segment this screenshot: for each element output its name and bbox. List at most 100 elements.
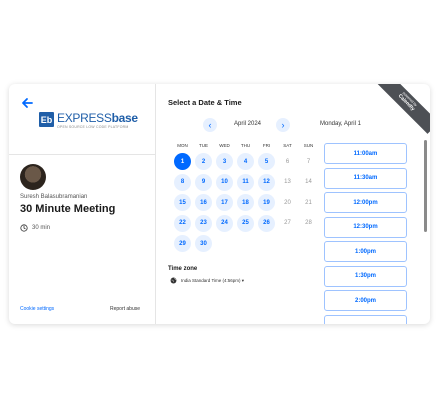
calendar-cell: 15 (172, 194, 193, 215)
calendar-day[interactable]: 3 (216, 153, 233, 170)
calendar-cell: 28 (298, 215, 319, 236)
calendar-cell: 20 (277, 194, 298, 215)
logo-tagline: OPEN SOURCE LOW CODE PLATFORM (57, 125, 129, 129)
weekday-label: FRI (262, 143, 271, 148)
calendar-day[interactable]: 19 (258, 194, 275, 211)
calendar-day: 27 (284, 220, 291, 226)
divider (9, 154, 156, 155)
calendar-cell: 30 (193, 235, 214, 256)
host-name: Suresh Balasubramanian (20, 194, 88, 200)
booking-card: Eb EXPRESSbase OPEN SOURCE LOW CODE PLAT… (9, 84, 430, 324)
weekday-label: WED (219, 143, 230, 148)
page-title: Select a Date & Time (168, 98, 242, 107)
calendar-day[interactable]: 29 (174, 235, 191, 252)
report-abuse-link[interactable]: Report abuse (110, 306, 140, 312)
calendar-day[interactable]: 24 (216, 214, 233, 232)
calendar-cell: 5 (256, 153, 277, 174)
calendar-cell: 13 (277, 174, 298, 195)
calendar-day[interactable]: 10 (216, 173, 233, 191)
calendar-day[interactable]: 9 (195, 173, 212, 191)
cookie-settings-link[interactable]: Cookie settings (20, 306, 54, 312)
calendar-day[interactable]: 25 (237, 214, 254, 232)
calendar-cell: 16 (193, 194, 214, 215)
calendar-day[interactable]: 30 (195, 235, 212, 252)
calendar-cell: 1 (172, 153, 193, 174)
event-details-panel: Eb EXPRESSbase OPEN SOURCE LOW CODE PLAT… (9, 84, 156, 324)
calendar-day: 14 (305, 179, 312, 185)
weekday-label: MON (177, 143, 188, 148)
calendar-cell: 10 (214, 173, 235, 195)
calendar-cell: 9 (193, 173, 214, 195)
weekday-label: TUE (199, 143, 208, 148)
calendar-day: 20 (284, 199, 291, 206)
month-label: April 2024 (233, 121, 262, 127)
calendar-day[interactable]: 12 (258, 173, 275, 191)
calendar-cell: 26 (256, 214, 277, 236)
chevron-left-icon[interactable]: ‹ (203, 118, 217, 132)
calendar-cell: 4 (235, 153, 256, 174)
calendar-cell: 8 (172, 173, 193, 195)
calendar-day[interactable]: 15 (174, 194, 191, 211)
weekday-header: MON TUE WED THU FRI SAT SUN (172, 143, 319, 148)
duration-label: 30 min (32, 225, 51, 231)
calendar-cell: 22 (172, 214, 193, 236)
calendar-day[interactable]: 17 (216, 194, 233, 211)
calendar-day: 13 (284, 179, 291, 185)
chevron-right-icon[interactable]: › (276, 118, 290, 132)
timezone-select[interactable]: India Standard Time (4:56pm) ▾ (170, 277, 244, 284)
calendar-day[interactable]: 2 (195, 153, 212, 170)
calendar-day[interactable]: 11 (237, 173, 254, 191)
calendar-day[interactable]: 22 (174, 214, 191, 232)
event-duration: 30 min (20, 224, 50, 232)
time-slot-button[interactable]: 11:30am (324, 167, 407, 189)
calendar-cell: 29 (172, 235, 193, 256)
calendar-cell: 24 (214, 214, 235, 236)
time-slot-button[interactable]: 1:30pm (324, 265, 407, 287)
expressbase-logo: Eb EXPRESSbase OPEN SOURCE LOW CODE PLAT… (39, 111, 138, 133)
calendar-day: 28 (305, 220, 312, 226)
calendar-cell: 17 (214, 194, 235, 215)
timezone-label: Time zone (168, 266, 198, 272)
calendar-cell: 18 (235, 194, 256, 215)
calendar-cell: 21 (298, 194, 319, 215)
calendar-cell: 27 (277, 215, 298, 236)
calendar-day[interactable]: 5 (258, 153, 275, 170)
time-slot-button[interactable]: 12:00pm (324, 192, 407, 213)
date-picker-panel: Select a Date & Time ‹ April 2024 › MON T… (168, 84, 314, 324)
calendar-cell: 11 (235, 173, 256, 195)
calendar-cell: 12 (256, 173, 277, 195)
time-slot-button[interactable] (324, 314, 407, 324)
selected-date-label: Monday, April 1 (320, 121, 361, 127)
calendar-cell: 7 (298, 153, 319, 174)
calendar-day[interactable]: 16 (195, 194, 212, 211)
calendar-day[interactable]: 4 (237, 153, 254, 170)
calendar-cell: 19 (256, 194, 277, 215)
weekday-label: SAT (283, 143, 292, 148)
calendar-day[interactable]: 8 (174, 173, 191, 191)
time-slot-button[interactable]: 2:00pm (324, 290, 407, 311)
calendar-day-selected[interactable]: 1 (174, 153, 191, 170)
time-slot-button[interactable]: 11:00am (324, 143, 407, 164)
logo-word-base: base (111, 111, 138, 125)
month-navigation: ‹ April 2024 › (203, 118, 290, 132)
calendar-day[interactable]: 18 (237, 194, 254, 211)
logo-mark: Eb (39, 112, 54, 127)
time-slot-list: 11:00am 11:30am 12:00pm 12:30pm 1:00pm 1:30pm… (324, 143, 407, 324)
calendar-day[interactable]: 23 (195, 214, 212, 232)
logo-word-express: EXPRESS (57, 111, 112, 125)
arrow-left-icon[interactable] (20, 96, 34, 110)
calendar-day[interactable]: 26 (258, 214, 275, 232)
timezone-value: India Standard Time (4:56pm) ▾ (181, 277, 245, 283)
logo-wordmark: EXPRESSbase (57, 111, 138, 125)
calendar-cell: 14 (298, 174, 319, 195)
calendar-grid: 1 2 3 4 5 6 7 8 9 10 11 12 13 14 15 16 17 18 19 20 21 22 23 24 2… (172, 153, 319, 256)
calendar-cell: 25 (235, 214, 256, 236)
avatar (20, 164, 46, 190)
calendar-day: 7 (306, 158, 311, 165)
calendar-cell: 6 (277, 153, 298, 174)
calendar-day: 6 (285, 158, 290, 165)
time-slot-button[interactable]: 1:00pm (324, 241, 407, 262)
scrollbar[interactable] (424, 140, 427, 232)
time-slot-button[interactable]: 12:30pm (324, 216, 407, 238)
weekday-label: SUN (303, 143, 314, 148)
